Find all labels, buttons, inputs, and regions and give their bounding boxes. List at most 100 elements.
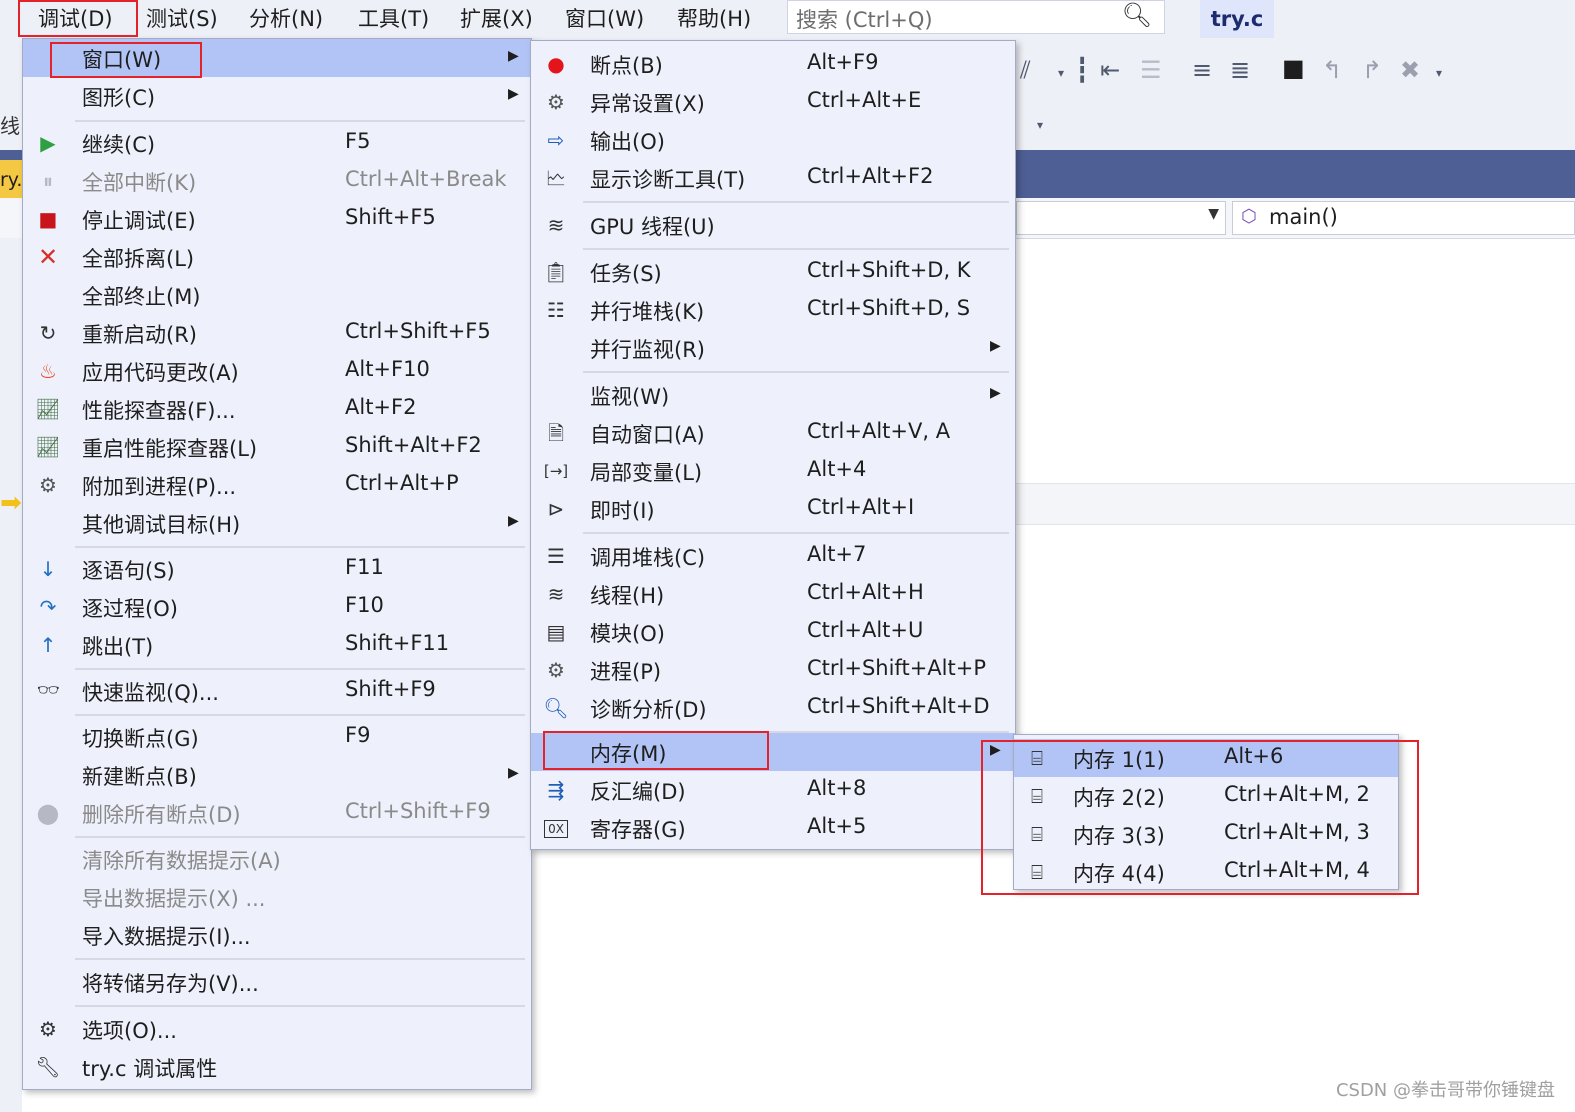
profiler-chart-icon: 📈︎ <box>35 397 61 421</box>
menu-separator <box>583 371 1009 373</box>
menu-window[interactable]: 窗口(W) <box>565 4 644 34</box>
bookmark-next-icon[interactable]: ↱ <box>1362 56 1382 84</box>
menu-item-locals[interactable]: [→] 局部变量(L) Alt+4 <box>531 452 1015 490</box>
menu-item-detach-all[interactable]: ✕ 全部拆离(L) <box>23 238 531 276</box>
menu-label: 反汇编(D) <box>590 780 686 804</box>
member-dropdown[interactable]: ⬡ main() <box>1232 201 1575 235</box>
submenu-arrow-icon: ▶ <box>990 385 1001 401</box>
menu-shortcut: Ctrl+Shift+F9 <box>345 799 491 823</box>
menu-shortcut: Shift+F9 <box>345 677 436 701</box>
menu-item-toggle-breakpoint[interactable]: 切换断点(G) F9 <box>23 718 531 756</box>
menu-item-export-datatips[interactable]: 导出数据提示(X) ... <box>23 878 531 916</box>
indent-icon[interactable]: ☰ <box>1140 56 1162 84</box>
search-box[interactable]: 搜索 (Ctrl+Q) 🔍︎ <box>787 0 1165 34</box>
menu-label: 模块(O) <box>590 622 665 646</box>
menu-item-clear-datatips[interactable]: 清除所有数据提示(A) <box>23 840 531 878</box>
bookmark-prev-icon[interactable]: ↰ <box>1322 56 1342 84</box>
menu-item-output[interactable]: ⇨ 输出(O) <box>531 121 1015 159</box>
overflow-icon[interactable]: ▾ <box>1436 66 1442 80</box>
menu-label: 切换断点(G) <box>82 727 199 751</box>
menu-item-gpu-threads[interactable]: ≋ GPU 线程(U) <box>531 206 1015 244</box>
menu-item-break-all[interactable]: ⏸︎ 全部中断(K) Ctrl+Alt+Break <box>23 162 531 200</box>
menu-separator <box>75 1005 525 1007</box>
menu-item-threads[interactable]: ≋ 线程(H) Ctrl+Alt+H <box>531 575 1015 613</box>
search-icon[interactable]: 🔍︎ <box>1122 1 1152 29</box>
menu-item-step-out[interactable]: ↑ 跳出(T) Shift+F11 <box>23 626 531 664</box>
menu-label: 显示诊断工具(T) <box>590 168 746 192</box>
menu-label: 跳出(T) <box>82 635 154 659</box>
menu-item-diag-tools[interactable]: 🗠︎ 显示诊断工具(T) Ctrl+Alt+F2 <box>531 159 1015 197</box>
menu-item-graphics[interactable]: 图形(C) ▶ <box>23 77 531 115</box>
bookmark-clear-icon[interactable]: ✖ <box>1400 56 1420 84</box>
menu-item-new-breakpoint[interactable]: 新建断点(B) ▶ <box>23 756 531 794</box>
submenu-arrow-icon: ▶ <box>508 48 519 64</box>
menu-item-restart[interactable]: ↻ 重新启动(R) Ctrl+Shift+F5 <box>23 314 531 352</box>
menu-item-step-over[interactable]: ↷ 逐过程(O) F10 <box>23 588 531 626</box>
menu-item-delete-breakpoints[interactable]: ⬤ 删除所有断点(D) Ctrl+Shift+F9 <box>23 794 531 832</box>
menu-item-options[interactable]: ⚙ 选项(O)... <box>23 1010 531 1048</box>
menu-item-immediate[interactable]: ⊳ 即时(I) Ctrl+Alt+I <box>531 490 1015 528</box>
menu-shortcut: F9 <box>345 723 371 747</box>
menu-item-other-targets[interactable]: 其他调试目标(H) ▶ <box>23 504 531 542</box>
list-number-icon[interactable]: ≣ <box>1230 56 1250 84</box>
dropdown-icon[interactable]: ▾ <box>1058 66 1064 80</box>
menu-item-stop[interactable]: ■ 停止调试(E) Shift+F5 <box>23 200 531 238</box>
menu-item-registers[interactable]: 0X 寄存器(G) Alt+5 <box>531 809 1015 847</box>
pause-icon: ⏸︎ <box>43 169 53 193</box>
menu-item-continue[interactable]: ▶ 继续(C) F5 <box>23 124 531 162</box>
menu-shortcut: Alt+4 <box>807 457 867 481</box>
menu-item-save-dump[interactable]: 将转储另存为(V)... <box>23 963 531 1001</box>
menu-label: 进程(P) <box>590 660 662 684</box>
menu-item-debug-properties[interactable]: 🔧︎ try.c 调试属性 <box>23 1048 531 1086</box>
doc-tab-stub[interactable]: ry. <box>0 160 22 200</box>
menu-label: 将转储另存为(V)... <box>82 972 259 996</box>
scope-dropdown[interactable]: ▼ <box>1016 201 1226 235</box>
close-icon: ✕ <box>37 243 59 271</box>
menu-shortcut: Alt+F10 <box>345 357 430 381</box>
menu-item-diag-analysis[interactable]: 🔍︎ 诊断分析(D) Ctrl+Shift+Alt+D <box>531 689 1015 727</box>
menu-item-quickwatch[interactable]: 👓︎ 快速监视(Q)... Shift+F9 <box>23 672 531 710</box>
menu-shortcut: Alt+F2 <box>345 395 417 419</box>
menu-item-step-into[interactable]: ↓ 逐语句(S) F11 <box>23 550 531 588</box>
menu-label: 选项(O)... <box>82 1019 177 1043</box>
menu-item-attach-process[interactable]: ⚙ 附加到进程(P)... Ctrl+Alt+P <box>23 466 531 504</box>
menu-shortcut: Alt+5 <box>807 814 867 838</box>
menu-item-profiler[interactable]: 📈︎ 性能探查器(F)... Alt+F2 <box>23 390 531 428</box>
bookmark-icon[interactable]: ■ <box>1282 54 1305 82</box>
dropdown-icon-2[interactable]: ▾ <box>1037 118 1043 132</box>
menu-item-terminate-all[interactable]: 全部终止(M) <box>23 276 531 314</box>
list-icon[interactable]: ≡ <box>1192 56 1212 84</box>
comment-icon[interactable]: ⫽ <box>1020 56 1031 84</box>
menu-test[interactable]: 测试(S) <box>146 4 218 34</box>
menu-item-relaunch-profiler[interactable]: 📈︎ 重启性能探查器(L) Shift+Alt+F2 <box>23 428 531 466</box>
file-tab[interactable]: try.c <box>1200 0 1274 38</box>
menu-item-import-datatips[interactable]: 导入数据提示(I)... <box>23 916 531 954</box>
menu-help[interactable]: 帮助(H) <box>677 4 751 34</box>
step-into-icon: ↓ <box>39 557 57 581</box>
menu-item-modules[interactable]: ▤ 模块(O) Ctrl+Alt+U <box>531 613 1015 651</box>
threads-icon: ≋ <box>547 582 565 606</box>
menu-extensions[interactable]: 扩展(X) <box>460 4 533 34</box>
dotted-icon[interactable]: ┇ <box>1075 56 1089 84</box>
menu-item-breakpoints[interactable]: ● 断点(B) Alt+F9 <box>531 45 1015 83</box>
menu-item-tasks[interactable]: 📋︎ 任务(S) Ctrl+Shift+D, K <box>531 253 1015 291</box>
menu-item-apply-code[interactable]: ♨ 应用代码更改(A) Alt+F10 <box>23 352 531 390</box>
menu-label: 诊断分析(D) <box>590 698 707 722</box>
menu-separator <box>583 201 1009 203</box>
menu-item-parallel-watch[interactable]: 并行监视(R) ▶ <box>531 329 1015 367</box>
menu-shortcut: Shift+F11 <box>345 631 450 655</box>
menu-tools[interactable]: 工具(T) <box>358 4 429 34</box>
immediate-icon: ⊳ <box>547 497 565 521</box>
menu-item-parallel-stacks[interactable]: ☷ 并行堆栈(K) Ctrl+Shift+D, S <box>531 291 1015 329</box>
menu-analyze[interactable]: 分析(N) <box>249 4 323 34</box>
menu-item-call-stack[interactable]: ☰ 调用堆栈(C) Alt+7 <box>531 537 1015 575</box>
profiler-chart-icon: 📈︎ <box>35 435 61 459</box>
menu-item-exceptions[interactable]: ⚙ 异常设置(X) Ctrl+Alt+E <box>531 83 1015 121</box>
menu-item-autos[interactable]: 🗎︎ 自动窗口(A) Ctrl+Alt+V, A <box>531 414 1015 452</box>
menu-item-disassembly[interactable]: ⇶ 反汇编(D) Alt+8 <box>531 771 1015 809</box>
outdent-icon[interactable]: ⇤ <box>1100 56 1120 84</box>
menu-label: 全部中断(K) <box>82 171 197 195</box>
menu-shortcut: Ctrl+Shift+Alt+D <box>807 694 990 718</box>
menu-item-watch[interactable]: 监视(W) ▶ <box>531 376 1015 414</box>
menu-item-processes[interactable]: ⚙ 进程(P) Ctrl+Shift+Alt+P <box>531 651 1015 689</box>
